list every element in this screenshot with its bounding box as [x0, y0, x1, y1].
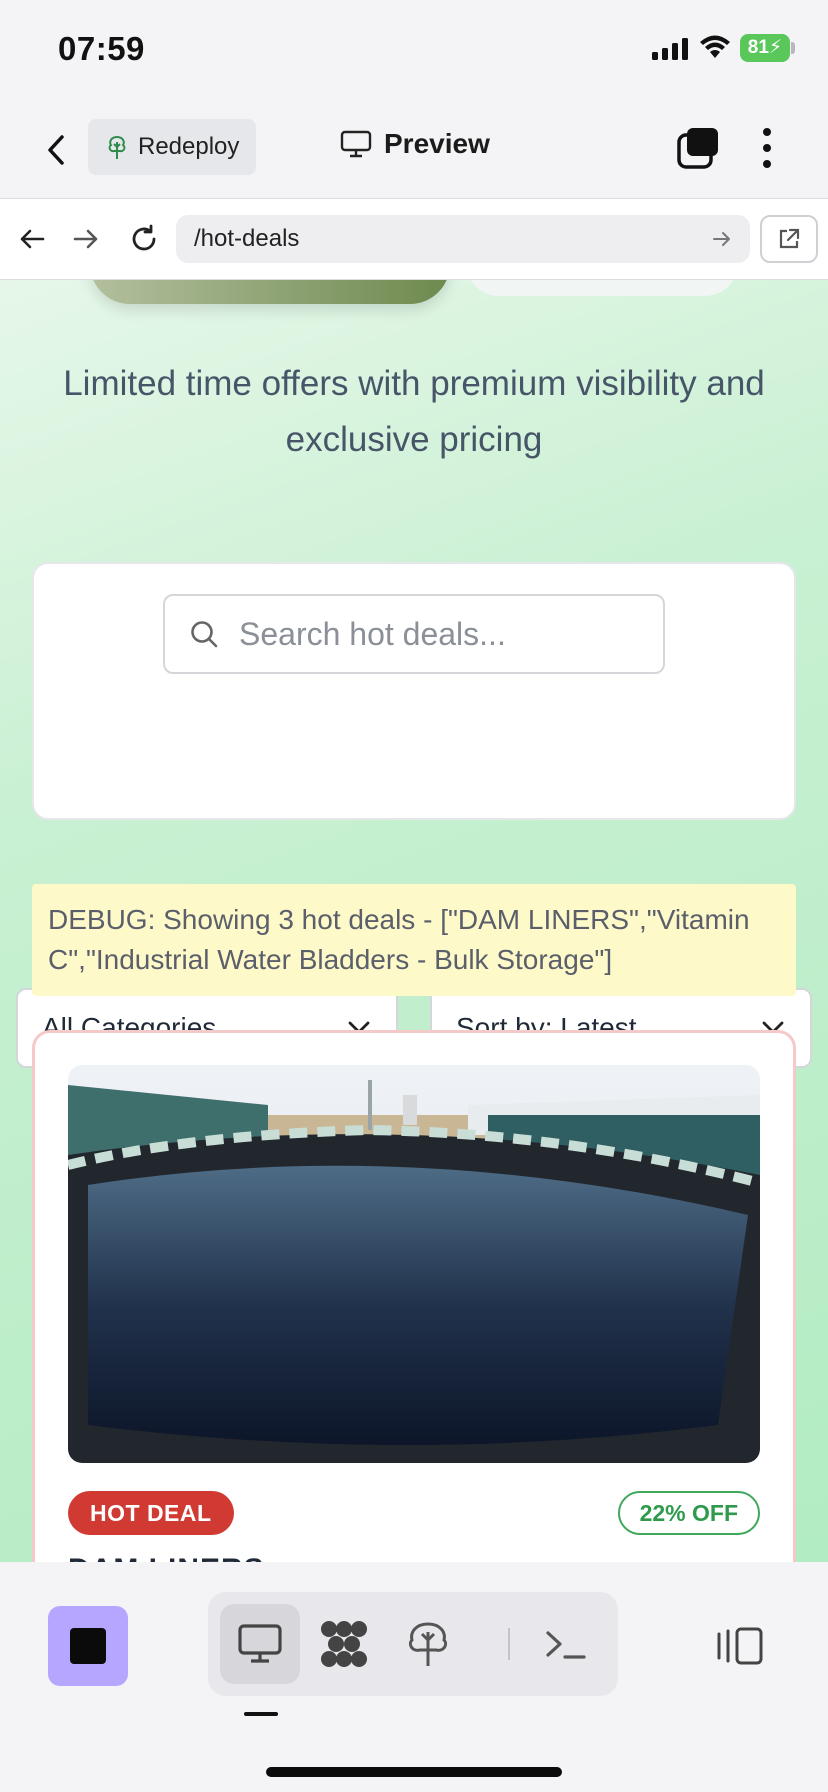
preview-tab[interactable]: Preview	[340, 128, 490, 160]
cellular-signal-icon	[652, 38, 688, 60]
nav-back-button[interactable]	[12, 219, 52, 259]
hot-deal-badge: HOT DEAL	[68, 1491, 234, 1535]
web-preview: Limited time offers with premium visibil…	[0, 280, 828, 1562]
deploy-view-button[interactable]	[388, 1604, 468, 1684]
bottom-toolbar	[0, 1562, 828, 1792]
reload-icon	[132, 224, 156, 251]
url-input[interactable]: /hot-deals	[176, 215, 750, 263]
secondary-cta-button[interactable]	[466, 280, 738, 296]
open-external-button[interactable]	[760, 215, 818, 263]
url-bar: /hot-deals	[0, 198, 828, 280]
stop-button[interactable]	[48, 1606, 128, 1686]
primary-cta-button[interactable]	[90, 280, 450, 304]
search-placeholder: Search hot deals...	[239, 615, 506, 652]
discount-badge: 22% OFF	[617, 1491, 760, 1535]
monitor-icon	[340, 130, 372, 158]
dam-liner-photo	[68, 1065, 760, 1463]
search-icon	[191, 621, 218, 648]
preview-view-button[interactable]	[220, 1604, 300, 1684]
go-arrow-icon[interactable]	[712, 230, 732, 248]
grid-dots-icon	[321, 1621, 367, 1667]
grid-view-button[interactable]	[304, 1604, 384, 1684]
battery-indicator: 81⚡	[740, 34, 790, 62]
arrow-right-icon	[73, 229, 98, 249]
deploy-icon	[408, 1622, 448, 1666]
stop-icon	[70, 1628, 106, 1664]
app-header: Redeploy Preview	[0, 100, 828, 198]
search-input[interactable]: Search hot deals...	[163, 594, 665, 674]
url-path: /hot-deals	[194, 225, 300, 252]
home-indicator	[266, 1767, 562, 1777]
status-time: 07:59	[58, 30, 145, 67]
tabs-icon[interactable]	[676, 126, 720, 170]
active-view-indicator	[244, 1712, 278, 1716]
view-switcher	[208, 1592, 618, 1696]
wifi-icon	[700, 35, 730, 58]
battery-tip	[791, 42, 795, 54]
back-button[interactable]	[36, 130, 76, 170]
status-bar: 07:59 81⚡	[0, 0, 828, 100]
redeploy-button[interactable]: Redeploy	[88, 119, 256, 175]
deal-title[interactable]: DAM LINERS	[68, 1553, 265, 1562]
redeploy-tree-icon	[108, 135, 126, 159]
split-view-icon	[717, 1627, 763, 1665]
preview-label: Preview	[384, 128, 490, 159]
arrow-left-icon	[20, 229, 45, 249]
deal-card[interactable]: HOT DEAL 22% OFF DAM LINERS	[32, 1030, 796, 1562]
split-view-button[interactable]	[712, 1622, 768, 1670]
reload-button[interactable]	[124, 219, 164, 259]
page-subtitle: Limited time offers with premium visibil…	[63, 364, 765, 459]
deal-image[interactable]	[68, 1065, 760, 1463]
toolbar-divider	[508, 1628, 510, 1660]
external-link-icon	[779, 228, 800, 249]
monitor-icon	[238, 1624, 282, 1663]
battery-level: 81	[747, 37, 769, 58]
terminal-view-button[interactable]	[526, 1604, 606, 1684]
nav-forward-button[interactable]	[66, 219, 106, 259]
back-icon	[48, 135, 64, 165]
debug-banner: DEBUG: Showing 3 hot deals - ["DAM LINER…	[32, 884, 796, 996]
terminal-icon	[546, 1631, 586, 1659]
redeploy-label: Redeploy	[138, 133, 240, 160]
more-icon[interactable]	[752, 124, 782, 172]
